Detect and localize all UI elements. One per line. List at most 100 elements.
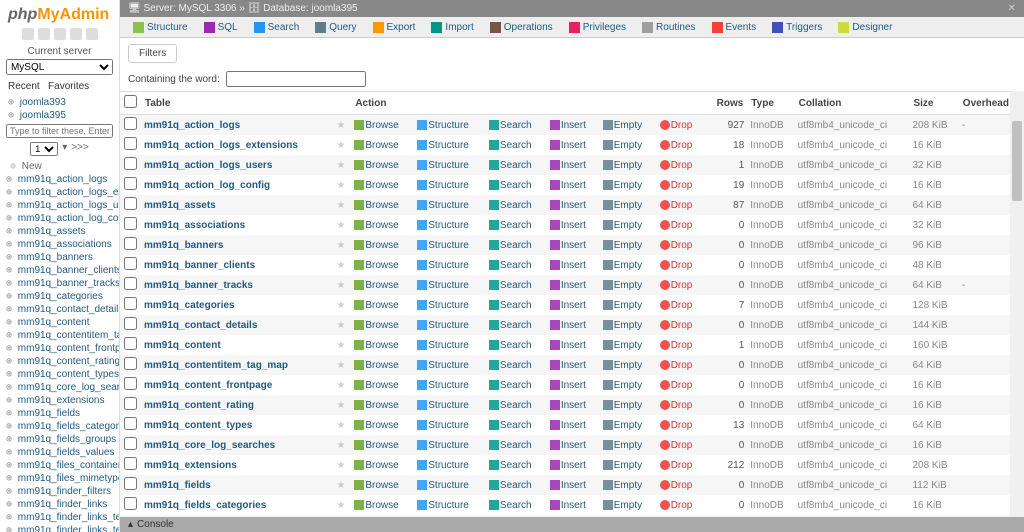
tree-table[interactable]: ⊕ mm91q_content — [2, 316, 119, 329]
empty-action[interactable]: Empty — [603, 400, 642, 411]
nav-tree[interactable]: ⊕ New⊕ mm91q_action_logs⊕ mm91q_action_l… — [0, 158, 119, 532]
search-action[interactable]: Search — [489, 420, 532, 431]
row-checkbox[interactable] — [124, 177, 137, 190]
structure-action[interactable]: Structure — [417, 340, 469, 351]
row-checkbox[interactable] — [124, 337, 137, 350]
drop-action[interactable]: Drop — [660, 180, 693, 191]
structure-action[interactable]: Structure — [417, 120, 469, 131]
search-action[interactable]: Search — [489, 300, 532, 311]
structure-action[interactable]: Structure — [417, 300, 469, 311]
star-icon[interactable]: ★ — [336, 420, 345, 431]
search-action[interactable]: Search — [489, 320, 532, 331]
tree-table[interactable]: ⊕ mm91q_action_logs — [2, 173, 119, 186]
empty-action[interactable]: Empty — [603, 500, 642, 511]
row-checkbox[interactable] — [124, 217, 137, 230]
tab-search[interactable]: Search — [247, 19, 307, 35]
empty-action[interactable]: Empty — [603, 300, 642, 311]
row-checkbox[interactable] — [124, 157, 137, 170]
row-checkbox[interactable] — [124, 317, 137, 330]
search-action[interactable]: Search — [489, 140, 532, 151]
drop-action[interactable]: Drop — [660, 440, 693, 451]
col-table[interactable]: Table — [141, 92, 333, 115]
table-name-link[interactable]: mm91q_associations — [144, 220, 245, 231]
search-action[interactable]: Search — [489, 460, 532, 471]
insert-action[interactable]: Insert — [550, 120, 586, 131]
drop-action[interactable]: Drop — [660, 140, 693, 151]
structure-action[interactable]: Structure — [417, 240, 469, 251]
structure-action[interactable]: Structure — [417, 480, 469, 491]
browse-action[interactable]: Browse — [354, 180, 398, 191]
empty-action[interactable]: Empty — [603, 440, 642, 451]
star-icon[interactable]: ★ — [336, 220, 345, 231]
browse-action[interactable]: Browse — [354, 300, 398, 311]
star-icon[interactable]: ★ — [336, 160, 345, 171]
drop-action[interactable]: Drop — [660, 400, 693, 411]
star-icon[interactable]: ★ — [336, 480, 345, 491]
row-checkbox[interactable] — [124, 257, 137, 270]
structure-action[interactable]: Structure — [417, 440, 469, 451]
drop-action[interactable]: Drop — [660, 320, 693, 331]
insert-action[interactable]: Insert — [550, 340, 586, 351]
insert-action[interactable]: Insert — [550, 440, 586, 451]
browse-action[interactable]: Browse — [354, 500, 398, 511]
insert-action[interactable]: Insert — [550, 360, 586, 371]
insert-action[interactable]: Insert — [550, 160, 586, 171]
insert-action[interactable]: Insert — [550, 400, 586, 411]
star-icon[interactable]: ★ — [336, 240, 345, 251]
row-checkbox[interactable] — [124, 197, 137, 210]
tree-table[interactable]: ⊕ mm91q_action_logs_users — [2, 199, 119, 212]
browse-action[interactable]: Browse — [354, 320, 398, 331]
search-action[interactable]: Search — [489, 120, 532, 131]
structure-action[interactable]: Structure — [417, 380, 469, 391]
drop-action[interactable]: Drop — [660, 120, 693, 131]
table-name-link[interactable]: mm91q_content_frontpage — [144, 380, 272, 391]
star-icon[interactable]: ★ — [336, 340, 345, 351]
page-next[interactable]: >>> — [71, 142, 89, 156]
table-name-link[interactable]: mm91q_banner_tracks — [144, 280, 253, 291]
search-action[interactable]: Search — [489, 200, 532, 211]
structure-action[interactable]: Structure — [417, 200, 469, 211]
empty-action[interactable]: Empty — [603, 280, 642, 291]
tab-export[interactable]: Export — [366, 19, 423, 35]
filters-chip[interactable]: Filters — [128, 44, 177, 63]
drop-action[interactable]: Drop — [660, 260, 693, 271]
empty-action[interactable]: Empty — [603, 260, 642, 271]
empty-action[interactable]: Empty — [603, 160, 642, 171]
drop-action[interactable]: Drop — [660, 300, 693, 311]
structure-action[interactable]: Structure — [417, 320, 469, 331]
col-type[interactable]: Type — [747, 92, 794, 115]
home-icon[interactable] — [22, 28, 34, 40]
browse-action[interactable]: Browse — [354, 360, 398, 371]
tree-table[interactable]: ⊕ mm91q_contact_details — [2, 303, 119, 316]
tree-table[interactable]: ⊕ mm91q_fields_categories — [2, 420, 119, 433]
browse-action[interactable]: Browse — [354, 420, 398, 431]
empty-action[interactable]: Empty — [603, 420, 642, 431]
drop-action[interactable]: Drop — [660, 460, 693, 471]
star-icon[interactable]: ★ — [336, 120, 345, 131]
drop-action[interactable]: Drop — [660, 380, 693, 391]
star-icon[interactable]: ★ — [336, 460, 345, 471]
star-icon[interactable]: ★ — [336, 440, 345, 451]
insert-action[interactable]: Insert — [550, 460, 586, 471]
drop-action[interactable]: Drop — [660, 480, 693, 491]
table-name-link[interactable]: mm91q_contentitem_tag_map — [144, 360, 288, 371]
row-checkbox[interactable] — [124, 477, 137, 490]
table-name-link[interactable]: mm91q_assets — [144, 200, 216, 211]
tree-table[interactable]: ⊕ mm91q_action_logs_exten — [2, 186, 119, 199]
tree-table[interactable]: ⊕ mm91q_finder_links_terms — [2, 524, 119, 532]
tab-designer[interactable]: Designer — [831, 19, 899, 35]
search-action[interactable]: Search — [489, 500, 532, 511]
structure-action[interactable]: Structure — [417, 260, 469, 271]
empty-action[interactable]: Empty — [603, 240, 642, 251]
empty-action[interactable]: Empty — [603, 340, 642, 351]
empty-action[interactable]: Empty — [603, 480, 642, 491]
row-checkbox[interactable] — [124, 397, 137, 410]
tab-routines[interactable]: Routines — [635, 19, 702, 35]
tree-table[interactable]: ⊕ mm91q_finder_links_terms — [2, 511, 119, 524]
star-icon[interactable]: ★ — [336, 140, 345, 151]
tree-db[interactable]: ⊕ joomla393 — [0, 96, 119, 109]
tab-import[interactable]: Import — [424, 19, 480, 35]
insert-action[interactable]: Insert — [550, 300, 586, 311]
star-icon[interactable]: ★ — [336, 280, 345, 291]
tree-table[interactable]: ⊕ mm91q_core_log_searcher — [2, 381, 119, 394]
